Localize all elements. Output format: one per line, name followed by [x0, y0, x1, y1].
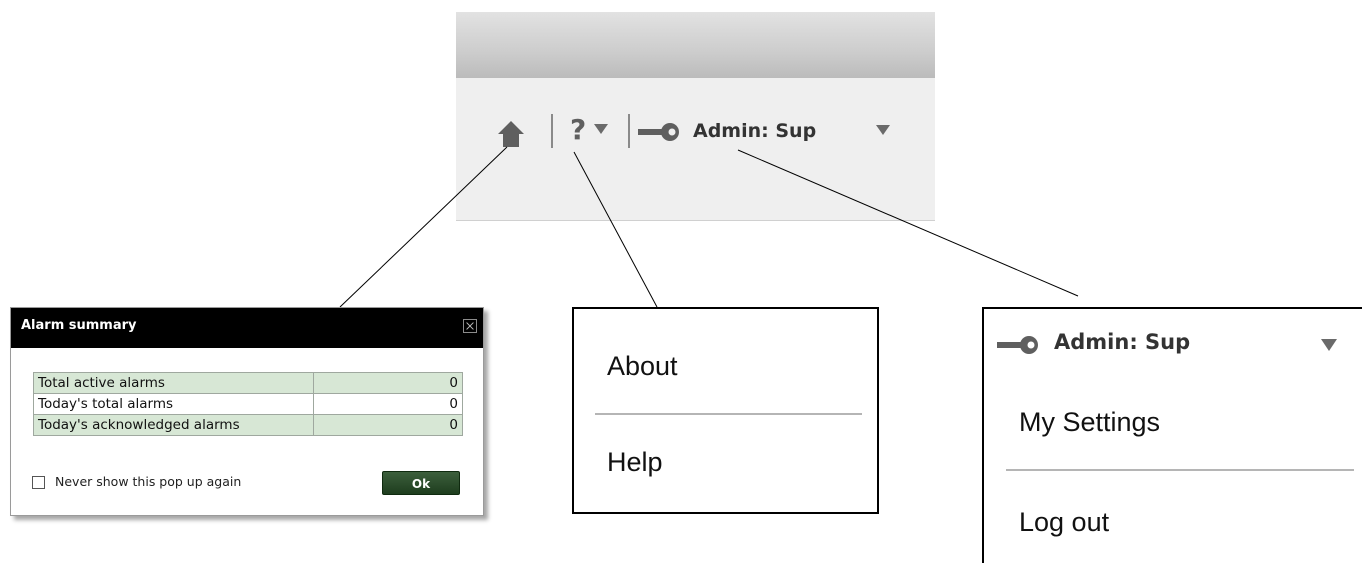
help-icon[interactable]: ?	[570, 112, 586, 148]
menu-item-about[interactable]: About	[607, 351, 678, 382]
table-row: Today's acknowledged alarms 0	[33, 414, 463, 436]
row-label: Today's total alarms	[33, 393, 314, 415]
row-label: Total active alarms	[33, 372, 314, 394]
never-show-label: Never show this pop up again	[55, 474, 242, 489]
row-value: 0	[313, 393, 463, 415]
toolbar-separator	[551, 114, 553, 148]
table-row: Total active alarms 0	[33, 372, 463, 394]
dialog-title: Alarm summary	[21, 318, 137, 333]
help-caret-down-icon[interactable]	[594, 124, 608, 134]
caret-down-icon[interactable]	[1321, 339, 1337, 351]
user-menu: Admin: Sup My Settings Log out	[982, 307, 1362, 563]
help-menu: About Help	[572, 307, 879, 514]
menu-item-help[interactable]: Help	[607, 447, 663, 478]
home-icon[interactable]	[497, 120, 525, 148]
toolbar-bar: ? Admin: Sup	[456, 78, 935, 220]
never-show-checkbox[interactable]	[32, 476, 45, 489]
key-icon	[997, 336, 1038, 354]
row-label: Today's acknowledged alarms	[33, 414, 314, 436]
menu-divider	[595, 413, 862, 415]
ok-button[interactable]: Ok	[382, 471, 460, 495]
table-row: Today's total alarms 0	[33, 393, 463, 415]
close-icon[interactable]	[463, 319, 477, 333]
user-menu-trigger[interactable]: Admin: Sup	[693, 118, 816, 144]
header-toolbar: ? Admin: Sup	[456, 12, 935, 221]
header-banner	[456, 12, 935, 78]
menu-item-log-out[interactable]: Log out	[1019, 507, 1109, 538]
menu-item-my-settings[interactable]: My Settings	[1019, 407, 1160, 438]
user-caret-down-icon[interactable]	[876, 125, 890, 135]
row-value: 0	[313, 372, 463, 394]
key-icon	[638, 123, 679, 141]
user-menu-header[interactable]: Admin: Sup	[1054, 330, 1190, 354]
alarm-summary-table: Total active alarms 0 Today's total alar…	[33, 372, 463, 436]
alarm-summary-dialog: Alarm summary Total active alarms 0 Toda…	[10, 307, 484, 516]
toolbar-separator	[628, 114, 630, 148]
menu-divider	[1006, 469, 1354, 471]
dialog-titlebar: Alarm summary	[11, 308, 483, 348]
row-value: 0	[313, 414, 463, 436]
